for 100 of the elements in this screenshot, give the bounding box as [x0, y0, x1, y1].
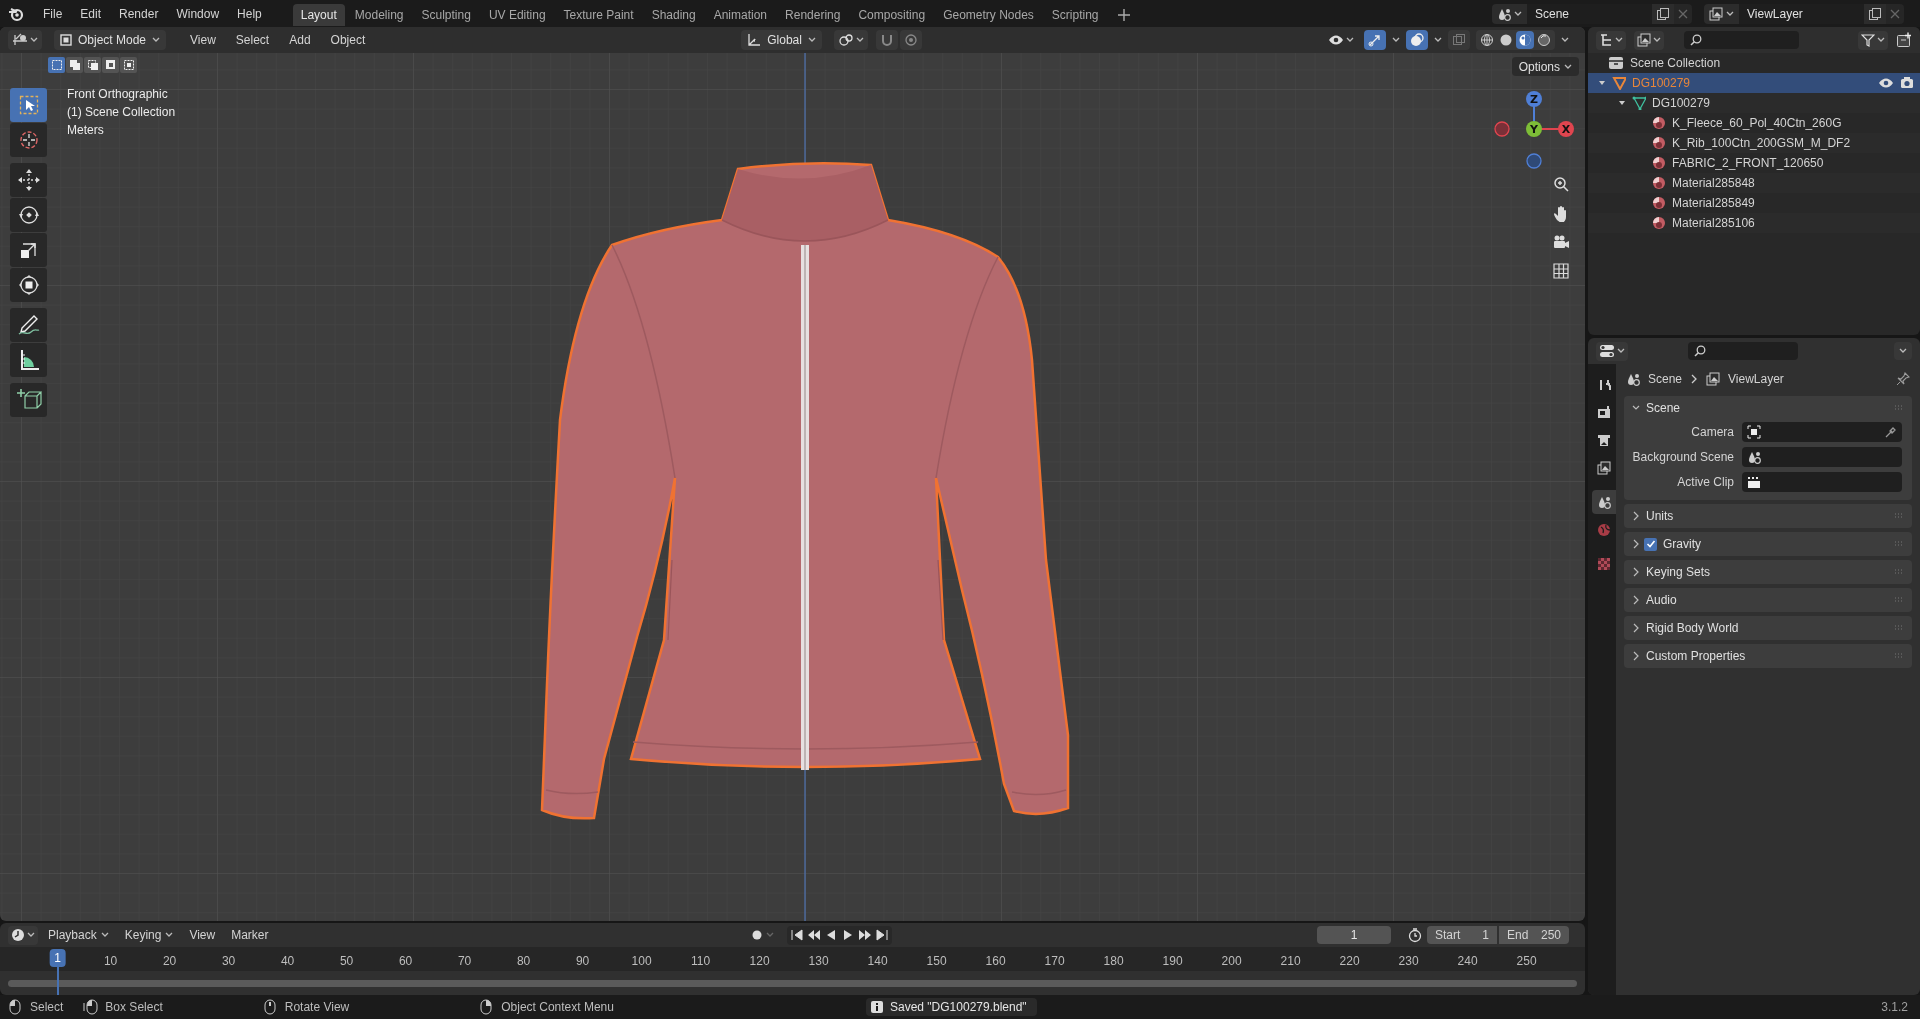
workspace-tab[interactable]: Shading: [643, 4, 704, 26]
checkbox[interactable]: [1644, 537, 1657, 551]
select-mode-button[interactable]: [102, 57, 119, 73]
disclosure-icon[interactable]: [1618, 99, 1626, 107]
menu-item[interactable]: Playback: [42, 925, 115, 945]
panel-header[interactable]: Rigid Body World: [1624, 616, 1912, 640]
menu-item[interactable]: Add: [281, 29, 319, 51]
options-dropdown[interactable]: [1894, 342, 1912, 360]
tree-row[interactable]: FABRIC_2_FRONT_120650: [1588, 153, 1920, 173]
menu-item[interactable]: View: [182, 29, 224, 51]
tree-item-label[interactable]: Scene Collection: [1630, 54, 1721, 72]
datablock-field[interactable]: [1742, 422, 1902, 442]
panel-header[interactable]: Units: [1624, 504, 1912, 528]
xray-toggle[interactable]: [1448, 30, 1470, 50]
tool-button[interactable]: [10, 308, 47, 342]
grip-icon[interactable]: [1894, 597, 1904, 603]
menu-item[interactable]: Keying: [118, 925, 180, 945]
range-field[interactable]: Start 1: [1427, 926, 1497, 944]
camera-icon[interactable]: [1900, 76, 1914, 90]
datablock-field[interactable]: [1742, 447, 1902, 467]
tool-button[interactable]: [10, 233, 47, 267]
orientation-dropdown[interactable]: Global: [741, 30, 822, 50]
range-field[interactable]: End 250: [1499, 926, 1569, 944]
jump-end-icon[interactable]: [874, 928, 889, 942]
select-mode-button[interactable]: [66, 57, 83, 73]
grip-icon[interactable]: [1894, 625, 1904, 631]
axis-handle[interactable]: [1494, 121, 1510, 137]
select-mode-button[interactable]: [120, 57, 137, 73]
stopwatch-icon[interactable]: [1407, 927, 1423, 943]
data-block-menu[interactable]: [1492, 3, 1527, 24]
breadcrumb-item[interactable]: Scene: [1648, 370, 1683, 388]
tree-row[interactable]: K_Fleece_60_Pol_40Ctn_260G: [1588, 113, 1920, 133]
frame-field[interactable]: 1: [1317, 926, 1391, 944]
panel-header[interactable]: Custom Properties: [1624, 644, 1912, 668]
panel-header[interactable]: Audio: [1624, 588, 1912, 612]
panel-header[interactable]: Gravity: [1624, 532, 1912, 556]
copy-button[interactable]: [1652, 3, 1674, 24]
tool-button[interactable]: [10, 198, 47, 232]
workspace-tab[interactable]: Compositing: [850, 4, 934, 26]
next-key-icon[interactable]: [857, 928, 872, 942]
menu-item[interactable]: Edit: [73, 1, 109, 26]
camera-icon[interactable]: [1552, 233, 1570, 251]
menu-item[interactable]: Object: [322, 29, 374, 51]
grid-icon[interactable]: [1552, 262, 1570, 280]
workspace-tab[interactable]: Geometry Nodes: [935, 4, 1042, 26]
axis-handle[interactable]: Y: [1526, 121, 1542, 137]
shading-button[interactable]: [1478, 31, 1496, 49]
select-mode-button[interactable]: [84, 57, 101, 73]
workspace-tab[interactable]: Scripting: [1043, 4, 1107, 26]
add-icon[interactable]: [1116, 8, 1131, 22]
menu-item[interactable]: Window: [169, 1, 227, 26]
menu-item[interactable]: Select: [227, 29, 278, 51]
proportional-toggle[interactable]: [899, 30, 922, 50]
playhead-marker[interactable]: 1: [49, 949, 66, 967]
tool-button[interactable]: [10, 123, 47, 157]
tool-button[interactable]: [10, 383, 47, 417]
breadcrumb-item[interactable]: ViewLayer: [1728, 370, 1784, 388]
workspace-tab[interactable]: Layout: [292, 4, 345, 26]
datablock-field[interactable]: [1742, 472, 1902, 492]
mode-dropdown[interactable]: Object Mode: [54, 30, 167, 50]
options-dropdown[interactable]: Options: [1511, 57, 1579, 76]
tree-row[interactable]: Material285849: [1588, 193, 1920, 213]
menu-item[interactable]: Render: [112, 1, 166, 26]
tool-button[interactable]: [10, 163, 47, 197]
tool-button[interactable]: [10, 268, 47, 302]
eyedropper-icon[interactable]: [1885, 426, 1897, 438]
menu-item[interactable]: Marker: [225, 925, 275, 945]
workspace-tab[interactable]: Rendering: [777, 4, 849, 26]
tool-button[interactable]: [10, 343, 47, 377]
new-collection-icon[interactable]: [1896, 32, 1912, 48]
search-field[interactable]: [1684, 31, 1799, 49]
workspace-tab[interactable]: UV Editing: [480, 4, 554, 26]
workspace-tab[interactable]: Texture Paint: [555, 4, 642, 26]
workspace-tab[interactable]: Sculpting: [413, 4, 479, 26]
select-mode-button[interactable]: [48, 57, 65, 73]
gizmo-toggle[interactable]: [1364, 30, 1386, 50]
workspace-tab[interactable]: Modeling: [346, 4, 412, 26]
properties-tab[interactable]: [1592, 490, 1616, 514]
zoom-icon[interactable]: [1552, 175, 1570, 193]
grip-icon[interactable]: [1894, 569, 1904, 575]
filter-button[interactable]: [1858, 30, 1888, 50]
previous-key-icon[interactable]: [806, 928, 821, 942]
copy-button[interactable]: [1864, 3, 1886, 24]
workspace-tab[interactable]: Animation: [705, 4, 776, 26]
editor-type-button[interactable]: [8, 925, 38, 945]
panel-header[interactable]: Scene: [1624, 396, 1912, 420]
display-mode-button[interactable]: [1634, 30, 1664, 50]
shading-button[interactable]: [1535, 31, 1553, 49]
shading-button[interactable]: [1516, 31, 1534, 49]
grip-icon[interactable]: [1894, 513, 1904, 519]
search-field[interactable]: [1688, 342, 1798, 360]
grip-icon[interactable]: [1894, 405, 1904, 411]
jump-start-icon[interactable]: [789, 928, 804, 942]
snap-toggle[interactable]: [875, 30, 898, 50]
scrollbar[interactable]: [8, 979, 1577, 987]
grip-icon[interactable]: [1894, 541, 1904, 547]
axis-handle[interactable]: [1526, 153, 1542, 169]
pin-icon[interactable]: [1896, 372, 1910, 386]
panel-header[interactable]: Keying Sets: [1624, 560, 1912, 584]
grip-icon[interactable]: [1894, 653, 1904, 659]
